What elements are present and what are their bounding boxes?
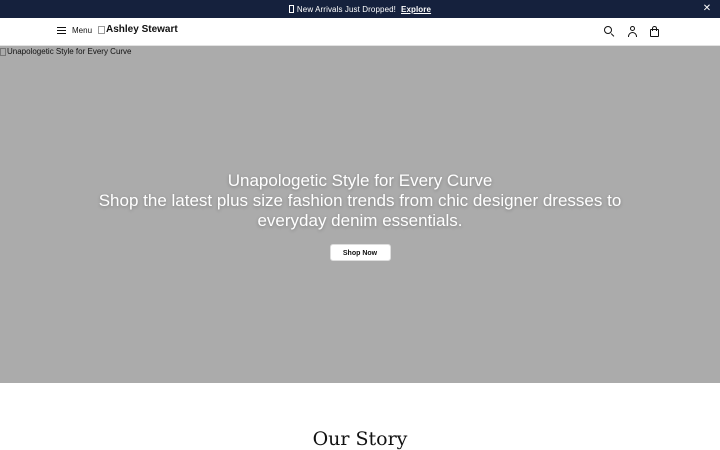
account-icon[interactable]: [627, 26, 637, 37]
announcement-message: New Arrivals Just Dropped!: [296, 4, 397, 14]
menu-button[interactable]: Menu: [57, 26, 92, 35]
hamburger-icon: [57, 26, 66, 35]
shop-now-button[interactable]: Shop Now: [329, 244, 391, 261]
broken-image-icon: [98, 25, 105, 34]
header-actions: [604, 26, 660, 37]
hero-subtitle: Shop the latest plus size fashion trends…: [98, 191, 622, 230]
bag-icon[interactable]: [650, 26, 660, 37]
announcement-bar: New Arrivals Just Dropped! Explore ✕: [0, 0, 720, 18]
hero-banner: Unapologetic Style for Every Curve Unapo…: [0, 46, 720, 383]
explore-link[interactable]: Explore: [401, 5, 431, 14]
close-icon[interactable]: ✕: [701, 3, 713, 15]
hero-content: Unapologetic Style for Every Curve Shop …: [0, 171, 720, 261]
brand-logo[interactable]: Ashley Stewart: [98, 24, 178, 35]
site-header: Menu Ashley Stewart: [0, 18, 720, 46]
hero-image-alt: Unapologetic Style for Every Curve: [0, 47, 132, 56]
announcement-icon: [288, 5, 294, 13]
hero-image-alt-text: Unapologetic Style for Every Curve: [7, 47, 132, 56]
brand-name: Ashley Stewart: [106, 24, 178, 35]
hero-title: Unapologetic Style for Every Curve: [227, 171, 493, 190]
our-story-heading: Our Story: [312, 428, 408, 450]
search-icon[interactable]: [604, 26, 615, 37]
menu-label: Menu: [72, 26, 93, 35]
broken-image-icon: [0, 47, 6, 56]
